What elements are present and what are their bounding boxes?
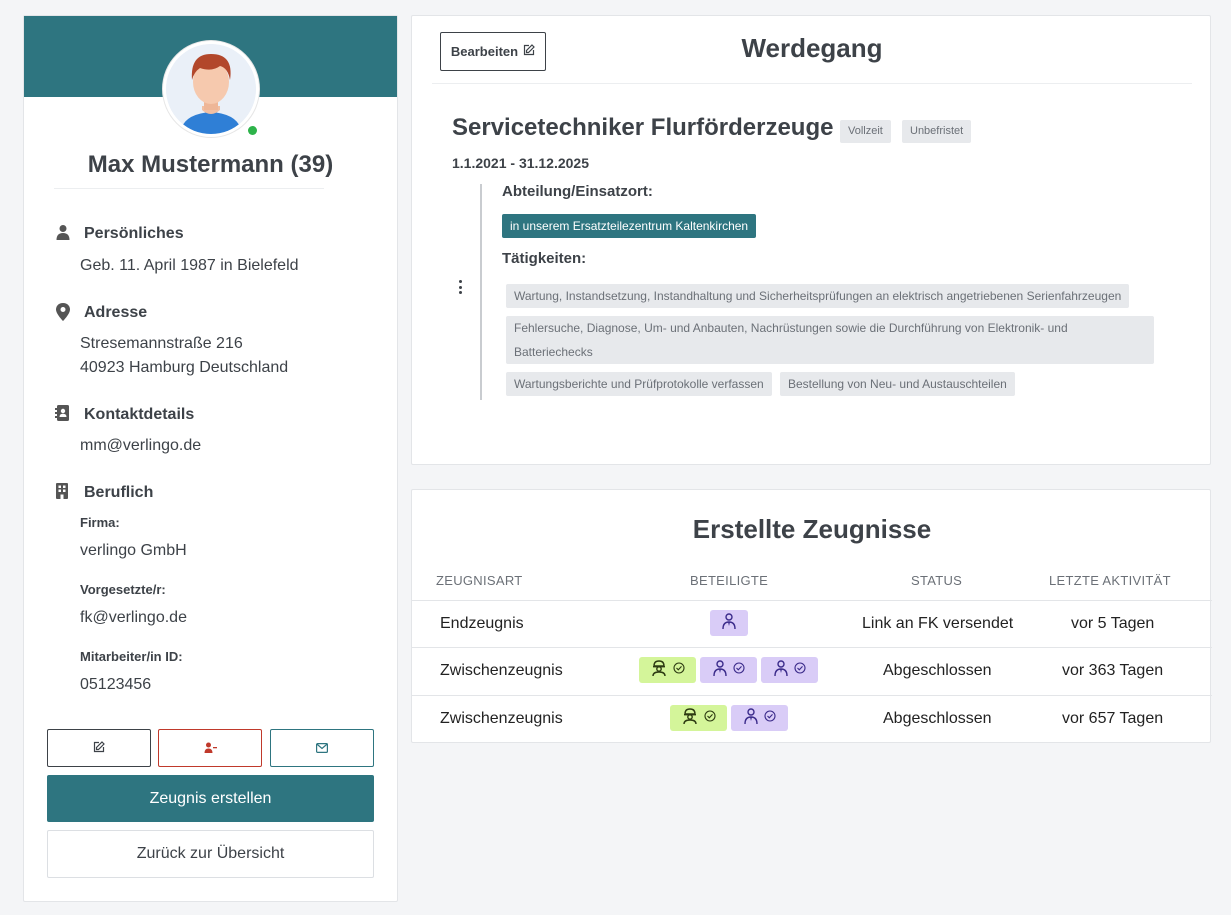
edit-profile-button[interactable] <box>47 729 151 767</box>
participant-badge[interactable] <box>639 657 696 683</box>
supervisor-icon <box>722 612 736 634</box>
check-circle-icon <box>672 661 685 679</box>
address-city: 40923 Hamburg Deutschland <box>80 359 289 376</box>
create-certificate-button[interactable]: Zeugnis erstellen <box>47 775 374 822</box>
check-circle-icon <box>703 709 716 727</box>
certificate-last-activity: vor 657 Tagen <box>1062 710 1164 727</box>
edit-icon <box>523 44 535 59</box>
divider <box>54 188 324 189</box>
column-header-status: STATUS <box>911 573 963 588</box>
kebab-menu-icon[interactable] <box>452 278 468 296</box>
task-tag-line: Batteriechecks <box>514 345 593 359</box>
employment-type-tag: Vollzeit <box>840 120 891 143</box>
remove-employee-button[interactable] <box>158 729 262 767</box>
address-street: Stresemannstraße 216 <box>80 335 243 352</box>
employee-id-label: Mitarbeiter/in ID: <box>80 649 183 664</box>
participant-badge[interactable] <box>761 657 818 683</box>
edit-icon <box>93 740 105 756</box>
certificates-card: Erstellte Zeugnisse ZEUGNISART BETEILIGT… <box>411 489 1212 743</box>
column-header-last-activity: LETZTE AKTIVITÄT <box>1049 573 1171 588</box>
certificate-type: Zwischenzeugnis <box>440 662 563 679</box>
certificate-type: Zwischenzeugnis <box>440 710 563 727</box>
career-card: Werdegang Bearbeiten Servicetechniker Fl… <box>411 15 1211 465</box>
avatar <box>163 41 259 137</box>
column-header-participants: BETEILIGTE <box>690 573 769 588</box>
company-label: Firma: <box>80 515 120 530</box>
supervisor-value: fk@verlingo.de <box>80 609 187 626</box>
divider <box>412 695 1212 696</box>
section-title-address: Adresse <box>84 304 148 321</box>
department-tag: in unserem Ersatzteilezentrum Kaltenkirc… <box>502 214 757 238</box>
birth-info: Geb. 11. April 1987 in Bielefeld <box>80 257 299 274</box>
online-status-indicator <box>248 126 257 135</box>
contact-email: mm@verlingo.de <box>80 437 202 454</box>
certificate-last-activity: vor 5 Tagen <box>1071 615 1155 632</box>
check-circle-icon <box>793 661 806 679</box>
section-title-contact: Kontaktdetails <box>84 406 195 423</box>
location-pin-icon <box>55 303 73 321</box>
job-title: Servicetechniker Flurförderzeuge <box>452 114 834 141</box>
participant-badge[interactable] <box>700 657 757 683</box>
address-book-icon <box>55 405 73 423</box>
certificate-status: Abgeschlossen <box>883 662 992 679</box>
tasks-label: Tätigkeiten: <box>502 250 587 267</box>
certificates-title: Erstellte Zeugnisse <box>692 514 932 544</box>
task-tag: Wartungsberichte und Prüfprotokolle verf… <box>506 372 772 396</box>
section-title-personal: Persönliches <box>84 225 184 242</box>
building-icon <box>55 483 73 501</box>
certificate-type: Endzeugnis <box>440 615 524 632</box>
participant-badge[interactable] <box>670 705 727 731</box>
timeline-line <box>480 184 482 400</box>
participant-badge[interactable] <box>731 705 788 731</box>
job-dates: 1.1.2021 - 31.12.2025 <box>452 155 590 171</box>
participant-badge[interactable] <box>710 610 748 636</box>
worker-icon <box>682 707 698 729</box>
divider <box>412 647 1212 648</box>
supervisor-label: Vorgesetzte/r: <box>80 582 166 597</box>
certificate-last-activity: vor 363 Tagen <box>1062 662 1164 679</box>
supervisor-icon <box>712 659 727 681</box>
divider <box>432 83 1192 84</box>
send-email-button[interactable] <box>270 729 374 767</box>
task-tag: Wartung, Instandsetzung, Instandhaltung … <box>506 284 1130 308</box>
contract-type-tag: Unbefristet <box>902 120 972 143</box>
task-tag-line: Fehlersuche, Diagnose, Um- und Anbauten,… <box>514 321 1068 335</box>
person-icon <box>55 224 73 242</box>
certificate-status: Link an FK versendet <box>862 615 1014 632</box>
column-header-type: ZEUGNISART <box>436 573 523 588</box>
edit-career-label: Bearbeiten <box>450 44 519 59</box>
envelope-icon <box>316 741 329 756</box>
check-circle-icon <box>732 661 745 679</box>
company-value: verlingo GmbH <box>80 542 187 559</box>
supervisor-icon <box>773 659 788 681</box>
check-circle-icon <box>763 709 776 727</box>
department-label: Abteilung/Einsatzort: <box>502 183 653 200</box>
task-tag: Fehlersuche, Diagnose, Um- und Anbauten,… <box>506 316 1154 364</box>
worker-icon <box>651 659 667 681</box>
profile-name: Max Mustermann (39) <box>87 151 334 178</box>
profile-card: Max Mustermann (39) Persönliches Geb. 11… <box>23 15 398 902</box>
employee-id-value: 05123456 <box>80 676 152 693</box>
section-title-work: Beruflich <box>84 484 154 501</box>
certificate-status: Abgeschlossen <box>883 710 992 727</box>
user-minus-icon <box>204 741 217 756</box>
supervisor-icon <box>743 707 758 729</box>
edit-career-button[interactable]: Bearbeiten <box>440 32 546 71</box>
divider <box>412 600 1212 601</box>
task-tag: Bestellung von Neu- und Austauschteilen <box>780 372 1015 396</box>
back-to-overview-button[interactable]: Zurück zur Übersicht <box>47 830 374 878</box>
